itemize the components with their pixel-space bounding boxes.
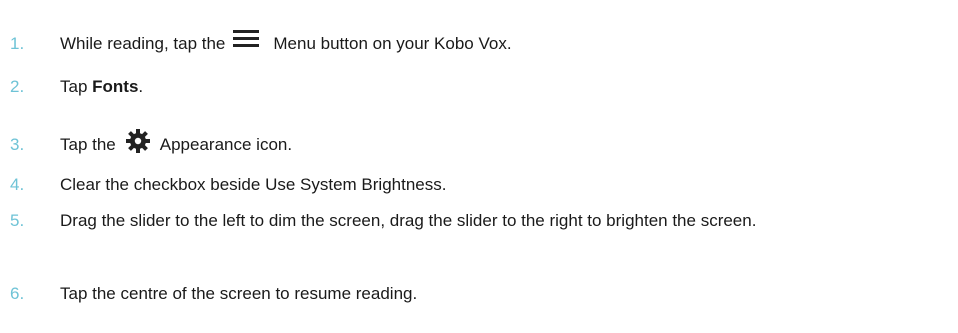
step-text-before: Tap the — [60, 135, 116, 154]
step-number: 1. — [10, 34, 25, 53]
step-text: Clear the checkbox beside Use System Bri… — [60, 175, 447, 194]
step-number: 5. — [10, 211, 25, 230]
step-text-before: Tap — [60, 77, 93, 96]
menu-icon — [233, 28, 260, 50]
step-text: While reading, tap the Menu button on you… — [60, 29, 940, 56]
step-text: Tap Fonts. — [60, 75, 940, 99]
step-text: Drag the slider to the left to dim the s… — [60, 211, 757, 230]
step-number: 2. — [10, 77, 25, 96]
step-number: 6. — [10, 284, 25, 303]
step-text-after: Appearance icon. — [159, 135, 293, 154]
step-text-after: Menu button on your Kobo Vox. — [273, 34, 512, 53]
step-number: 3. — [10, 135, 25, 154]
fonts-label: Fonts — [92, 77, 139, 96]
step-text-after: . — [138, 77, 144, 96]
step-text: Tap the Appearance icon. — [60, 128, 940, 157]
step-text-before: While reading, tap the — [60, 34, 226, 53]
step-text: Tap the centre of the screen to resume r… — [60, 284, 418, 303]
step-number: 4. — [10, 175, 25, 194]
gear-icon — [125, 128, 150, 153]
